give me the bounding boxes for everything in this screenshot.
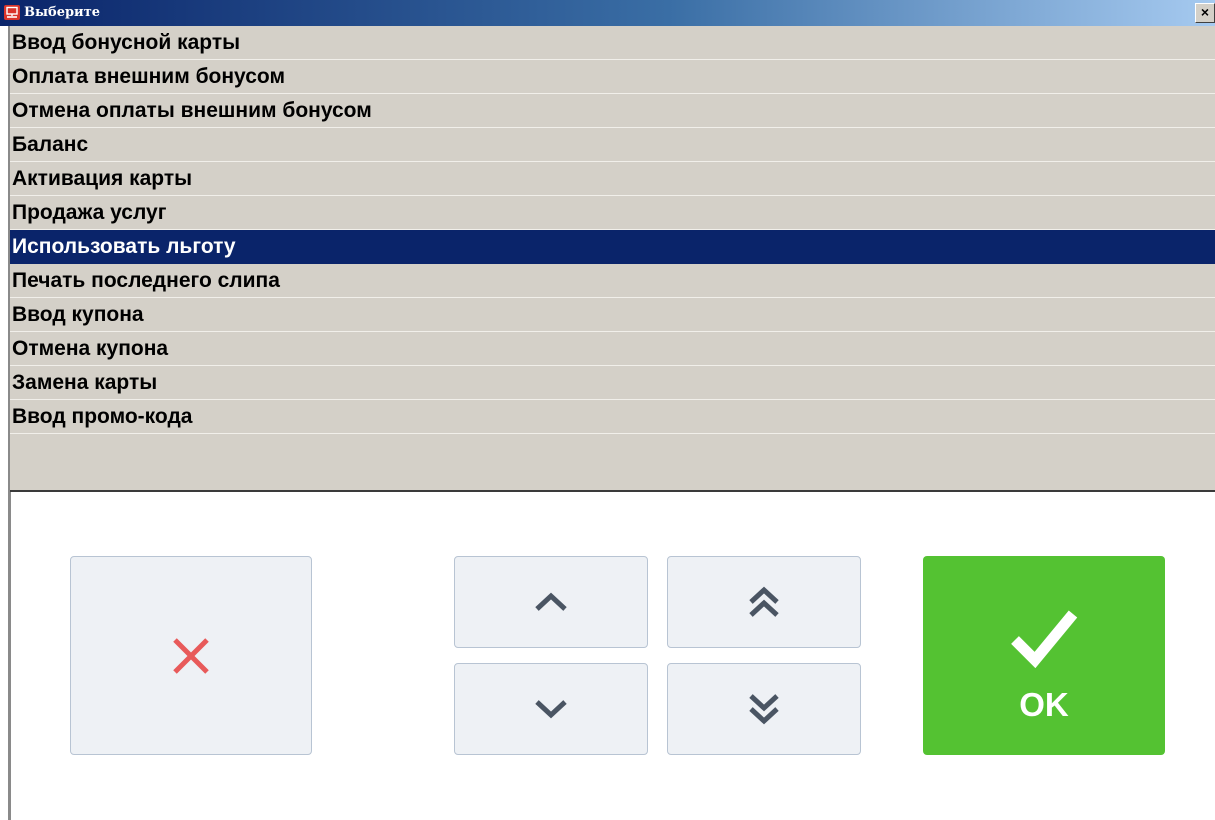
scroll-down-button[interactable] bbox=[454, 663, 648, 755]
list-item[interactable]: Ввод бонусной карты bbox=[10, 26, 1215, 60]
checkmark-icon bbox=[1011, 610, 1078, 668]
app-icon bbox=[4, 5, 20, 20]
cancel-button[interactable] bbox=[70, 556, 312, 755]
list-item[interactable]: Отмена оплаты внешним бонусом bbox=[10, 94, 1215, 128]
options-list[interactable]: Ввод бонусной карты Оплата внешним бонус… bbox=[10, 26, 1215, 492]
scroll-up-button[interactable] bbox=[454, 556, 648, 648]
window-title: Выберите bbox=[24, 5, 101, 20]
title-bar: Выберите × bbox=[0, 0, 1215, 26]
list-item[interactable]: Оплата внешним бонусом bbox=[10, 60, 1215, 94]
ok-button[interactable]: OK bbox=[923, 556, 1165, 755]
list-item-selected[interactable]: Использовать льготу bbox=[10, 230, 1215, 264]
double-chevron-up-icon bbox=[749, 586, 779, 617]
ok-label: OK bbox=[1019, 686, 1069, 723]
chevron-down-icon bbox=[535, 700, 567, 719]
list-item[interactable]: Активация карты bbox=[10, 162, 1215, 196]
close-x-icon bbox=[173, 637, 209, 674]
list-item[interactable]: Замена карты bbox=[10, 366, 1215, 400]
double-chevron-down-icon bbox=[749, 694, 779, 725]
chevron-up-icon bbox=[535, 592, 567, 611]
page-down-button[interactable] bbox=[667, 663, 861, 755]
list-item[interactable]: Ввод купона bbox=[10, 298, 1215, 332]
list-item[interactable]: Баланс bbox=[10, 128, 1215, 162]
list-item[interactable]: Ввод промо-кода bbox=[10, 400, 1215, 434]
list-item[interactable]: Продажа услуг bbox=[10, 196, 1215, 230]
close-button[interactable]: × bbox=[1195, 3, 1215, 23]
list-item[interactable]: Отмена купона bbox=[10, 332, 1215, 366]
page-up-button[interactable] bbox=[667, 556, 861, 648]
list-item[interactable]: Печать последнего слипа bbox=[10, 264, 1215, 298]
